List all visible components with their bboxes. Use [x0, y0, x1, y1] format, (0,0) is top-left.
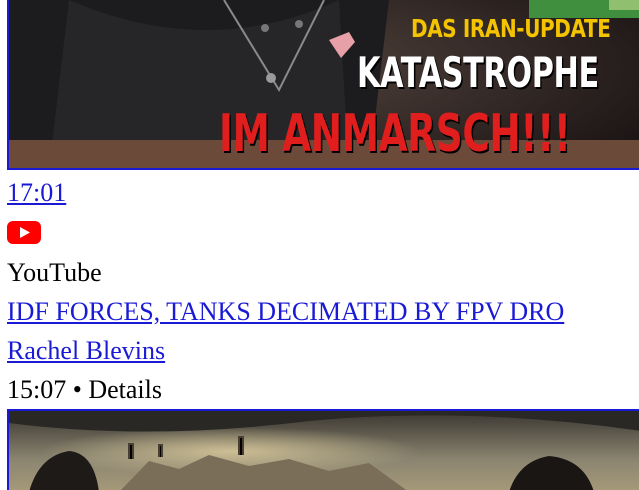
video-title-link[interactable]: IDF FORCES, TANKS DECIMATED BY FPV DRO — [7, 297, 564, 326]
thumbnail-image-2 — [9, 411, 639, 490]
channel-name[interactable]: Rachel Blevins — [7, 336, 165, 366]
overlay-text-line-3: IM ANMARSCH!!! — [219, 104, 571, 164]
video-meta-2: 15:07 • Details — [7, 375, 162, 404]
youtube-icon — [7, 221, 41, 244]
video-duration-1[interactable]: 17:01 — [7, 178, 66, 208]
video-title-2[interactable]: IDF FORCES, TANKS DECIMATED BY FPV DRO — [7, 297, 564, 327]
duration-link[interactable]: 17:01 — [7, 178, 66, 207]
overlay-text-line-2: KATASTROPHE — [357, 48, 599, 97]
overlay-text-line-1: DAS IRAN-UPDATE — [411, 14, 611, 43]
channel-link[interactable]: Rachel Blevins — [7, 336, 165, 365]
video-thumbnail-2[interactable] — [7, 409, 639, 490]
video-thumbnail-1[interactable]: DAS IRAN-UPDATE KATASTROPHE IM ANMARSCH!… — [7, 0, 639, 170]
source-label: YouTube — [7, 258, 102, 287]
